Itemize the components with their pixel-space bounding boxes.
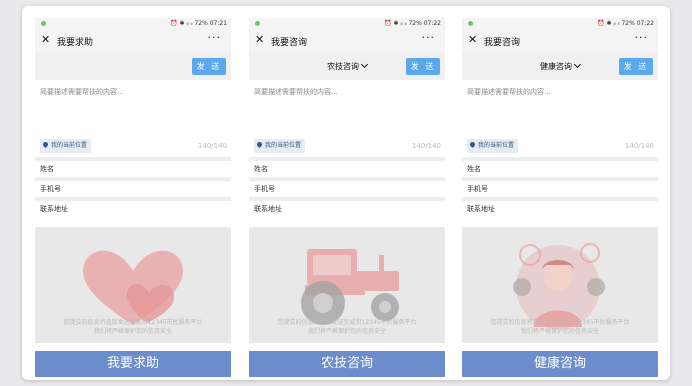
title-bar: ✕ 我要咨询 ··· — [462, 30, 658, 52]
status-signal-icons: ⏰ ✱ ᵢₗ ᵢₗ — [597, 20, 620, 27]
status-signal-icons: ⏰ ✱ ᵢₗ ᵢₗ — [384, 20, 407, 27]
battery-level: 72% — [194, 20, 208, 27]
name-field[interactable]: 姓名 — [249, 161, 445, 177]
more-icon[interactable]: ··· — [635, 31, 649, 44]
notification-dot-icon — [255, 21, 260, 26]
char-counter: 140/140 — [197, 142, 227, 150]
char-counter: 140/140 — [411, 142, 441, 150]
battery-level: 72% — [621, 20, 635, 27]
chevron-down-icon — [573, 60, 582, 69]
location-button[interactable]: 我的当前位置 — [467, 139, 519, 153]
send-bar: 发 送 — [35, 52, 231, 80]
chevron-down-icon — [360, 60, 369, 69]
address-field[interactable]: 联系地址 — [462, 201, 658, 217]
location-label: 我的当前位置 — [51, 142, 88, 149]
page-title: 我要咨询 — [484, 38, 521, 48]
status-bar: ⏰ ✱ ᵢₗ ᵢₗ 72% 07:22 — [249, 18, 445, 30]
location-row: 我的当前位置 140/140 — [249, 138, 445, 157]
location-button[interactable]: 我的当前位置 — [40, 139, 92, 153]
close-icon[interactable]: ✕ — [468, 34, 477, 46]
address-field[interactable]: 联系地址 — [249, 201, 445, 217]
send-button[interactable]: 发 送 — [192, 58, 226, 75]
status-bar: ⏰ ✱ ᵢₗ ᵢₗ 72% 07:22 — [462, 18, 658, 30]
status-time: 07:22 — [636, 20, 654, 27]
showcase-card: ⏰ ✱ ᵢₗ ᵢₗ 72% 07:21 ✕ 我要求助 ··· 发 送 简要描述需… — [22, 6, 670, 380]
illustration-area: 您提交的信息将直接发送至咸阳12345市民服务平台 我们将严格保护您的信息安全 — [462, 227, 658, 343]
health-consult-button[interactable]: 健康咨询 — [462, 351, 658, 377]
status-signal-icons: ⏰ ✱ ᵢₗ ᵢₗ — [170, 20, 193, 27]
address-field[interactable]: 联系地址 — [35, 201, 231, 217]
description-input[interactable]: 简要描述需要帮扶的内容... — [249, 80, 445, 138]
illustration-area: 您提交的信息将直接发送至咸阳12345市民服务平台 我们将严格保护您的信息安全 — [249, 227, 445, 343]
location-row: 我的当前位置 140/140 — [35, 138, 231, 157]
title-bar: ✕ 我要咨询 ··· — [249, 30, 445, 52]
status-time: 07:21 — [209, 20, 227, 27]
send-bar: 农技咨询 发 送 — [249, 52, 445, 80]
more-icon[interactable]: ··· — [422, 31, 436, 44]
location-pin-icon — [41, 140, 50, 149]
phone-screen-agri: ⏰ ✱ ᵢₗ ᵢₗ 72% 07:22 ✕ 我要咨询 ··· 农技咨询 发 送 … — [249, 18, 445, 380]
privacy-note-line2: 我们将严格保护您的信息安全 — [520, 328, 599, 335]
page-title: 我要求助 — [57, 38, 94, 48]
page-title: 我要咨询 — [271, 38, 308, 48]
location-label: 我的当前位置 — [478, 142, 515, 149]
notification-dot-icon — [468, 21, 473, 26]
phone-field[interactable]: 手机号 — [35, 181, 231, 197]
privacy-note-line2: 我们将严格保护您的信息安全 — [93, 328, 172, 335]
privacy-note-line1: 您提交的信息将直接发送至咸阳12345市民服务平台 — [277, 319, 417, 326]
location-pin-icon — [255, 140, 264, 149]
send-button[interactable]: 发 送 — [619, 58, 653, 75]
send-button[interactable]: 发 送 — [406, 58, 440, 75]
location-button[interactable]: 我的当前位置 — [254, 139, 306, 153]
send-bar: 健康咨询 发 送 — [462, 52, 658, 80]
more-icon[interactable]: ··· — [208, 31, 222, 44]
help-button[interactable]: 我要求助 — [35, 351, 231, 377]
location-row: 我的当前位置 140/140 — [462, 138, 658, 157]
notification-dot-icon — [41, 21, 46, 26]
phone-field[interactable]: 手机号 — [462, 181, 658, 197]
status-bar: ⏰ ✱ ᵢₗ ᵢₗ 72% 07:21 — [35, 18, 231, 30]
category-label: 农技咨询 — [327, 62, 359, 71]
privacy-note-line2: 我们将严格保护您的信息安全 — [307, 328, 386, 335]
phone-screen-health: ⏰ ✱ ᵢₗ ᵢₗ 72% 07:22 ✕ 我要咨询 ··· 健康咨询 发 送 … — [462, 18, 658, 380]
description-input[interactable]: 简要描述需要帮扶的内容... — [35, 80, 231, 138]
description-placeholder: 简要描述需要帮扶的内容... — [40, 88, 124, 96]
illustration-area: 您提交的信息将直接发送至咸阳12345市民服务平台 我们将严格保护您的信息安全 — [35, 227, 231, 343]
description-placeholder: 简要描述需要帮扶的内容... — [467, 88, 551, 96]
phone-screen-help: ⏰ ✱ ᵢₗ ᵢₗ 72% 07:21 ✕ 我要求助 ··· 发 送 简要描述需… — [35, 18, 231, 380]
phone-field[interactable]: 手机号 — [249, 181, 445, 197]
category-label: 健康咨询 — [540, 62, 572, 71]
location-label: 我的当前位置 — [265, 142, 302, 149]
name-field[interactable]: 姓名 — [35, 161, 231, 177]
agri-consult-button[interactable]: 农技咨询 — [249, 351, 445, 377]
title-bar: ✕ 我要求助 ··· — [35, 30, 231, 52]
close-icon[interactable]: ✕ — [41, 34, 50, 46]
location-pin-icon — [468, 140, 477, 149]
privacy-note-line1: 您提交的信息将直接发送至咸阳12345市民服务平台 — [490, 319, 630, 326]
battery-level: 72% — [408, 20, 422, 27]
status-time: 07:22 — [423, 20, 441, 27]
description-input[interactable]: 简要描述需要帮扶的内容... — [462, 80, 658, 138]
close-icon[interactable]: ✕ — [255, 34, 264, 46]
description-placeholder: 简要描述需要帮扶的内容... — [254, 88, 338, 96]
privacy-note-line1: 您提交的信息将直接发送至咸阳12345市民服务平台 — [63, 319, 203, 326]
name-field[interactable]: 姓名 — [462, 161, 658, 177]
char-counter: 140/140 — [624, 142, 654, 150]
